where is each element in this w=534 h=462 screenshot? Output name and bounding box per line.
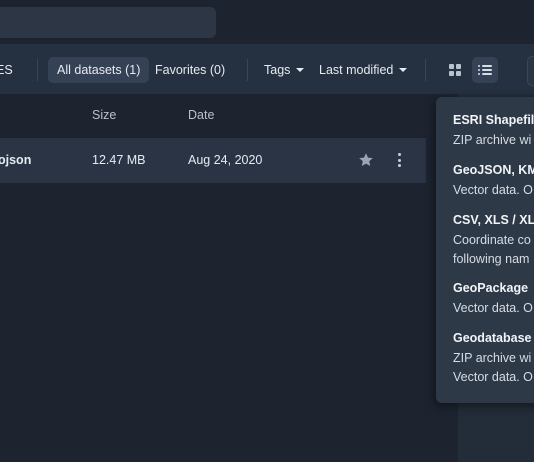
format-description: ZIP archive wi	[453, 133, 532, 147]
format-title: Geodatabase	[453, 331, 532, 345]
tags-dropdown-label: Tags	[264, 63, 291, 77]
dataset-toolbar: ES All datasets (1) Favorites (0) Tags L…	[0, 44, 534, 94]
list-view-button[interactable]	[472, 57, 498, 83]
list-icon	[478, 65, 492, 75]
toolbar-divider	[37, 59, 38, 81]
app-root: ES All datasets (1) Favorites (0) Tags L…	[0, 0, 534, 462]
format-description: Vector data. O	[453, 301, 533, 315]
format-description: Vector data. O	[453, 370, 533, 384]
dataset-date: Aug 24, 2020	[188, 153, 263, 167]
format-title: GeoPackage	[453, 281, 529, 295]
truncated-filter-label[interactable]: ES	[0, 57, 13, 83]
star-icon[interactable]	[358, 152, 374, 168]
top-bar	[0, 0, 534, 44]
column-header-date[interactable]: Date	[188, 108, 214, 122]
chevron-down-icon	[296, 67, 305, 72]
grid-view-button[interactable]	[442, 57, 468, 83]
table-row[interactable]: ojson 12.47 MB Aug 24, 2020	[0, 138, 426, 183]
upload-button[interactable]	[527, 56, 534, 86]
format-title: GeoJSON, KM	[453, 163, 534, 177]
search-input[interactable]	[0, 7, 216, 38]
sort-dropdown-label: Last modified	[319, 63, 394, 77]
column-header-size[interactable]: Size	[92, 108, 116, 122]
tab-favorites[interactable]: Favorites (0)	[155, 57, 225, 83]
format-description: Coordinate co	[453, 233, 531, 247]
dataset-name: ojson	[0, 153, 32, 167]
tab-all-datasets[interactable]: All datasets (1)	[48, 57, 150, 83]
format-title: CSV, XLS / XLS	[453, 213, 534, 227]
more-options-icon[interactable]	[392, 151, 408, 169]
tags-dropdown[interactable]: Tags	[264, 57, 305, 83]
sort-dropdown[interactable]: Last modified	[319, 57, 408, 83]
format-description: ZIP archive wi	[453, 351, 532, 365]
dataset-size: 12.47 MB	[92, 153, 146, 167]
toolbar-divider	[425, 59, 426, 81]
format-description: Vector data. O	[453, 183, 533, 197]
format-title: ESRI Shapefile	[453, 113, 534, 127]
format-description: following nam	[453, 252, 530, 266]
grid-icon	[449, 64, 461, 76]
chevron-down-icon	[399, 67, 408, 72]
toolbar-divider	[247, 59, 248, 81]
supported-formats-popover: ESRI Shapefile ZIP archive wi GeoJSON, K…	[436, 97, 534, 403]
